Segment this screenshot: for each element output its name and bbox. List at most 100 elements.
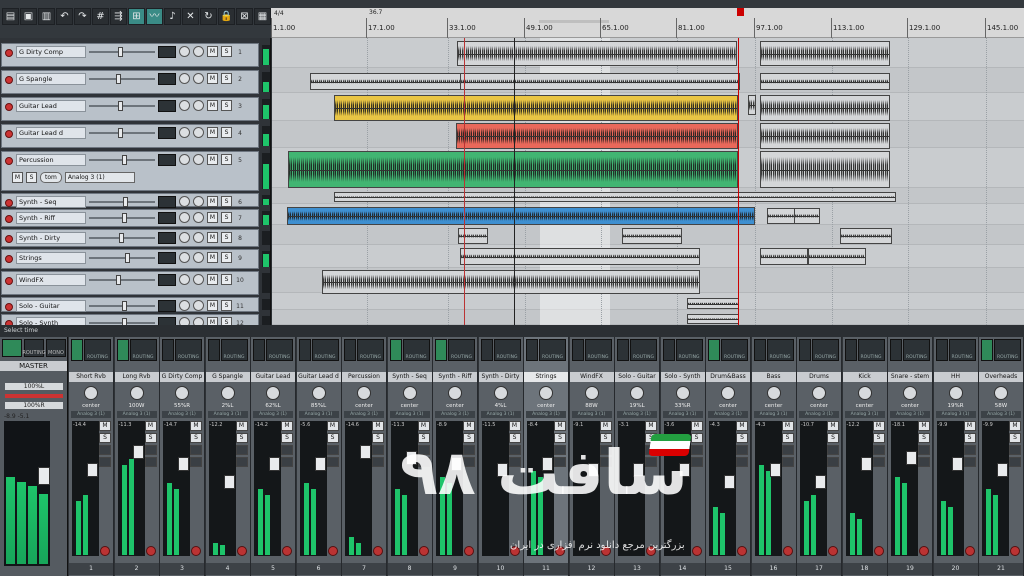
record-arm-button[interactable]: [464, 546, 474, 556]
track-name[interactable]: Strings: [16, 252, 86, 264]
channel-name[interactable]: G Dirty Comp: [160, 372, 204, 382]
project-marker[interactable]: 36.7: [369, 9, 382, 16]
record-arm-button[interactable]: [5, 130, 13, 138]
loop-icon[interactable]: ↻: [200, 8, 217, 25]
fx-bypass-button[interactable]: [645, 457, 657, 467]
channel-name[interactable]: Guitar Lead d: [296, 372, 341, 382]
routing-button[interactable]: ROUTING: [129, 339, 157, 361]
new-project-icon[interactable]: ▤: [2, 8, 19, 25]
track-lane[interactable]: [272, 293, 1024, 310]
routing-button[interactable]: [158, 196, 176, 208]
width-knob[interactable]: [193, 100, 204, 111]
mixer-channel-strip[interactable]: ROUTING Percussion center Analog 3 (1) -14.6…: [342, 337, 387, 576]
phase-button[interactable]: [781, 445, 794, 455]
fader-handle[interactable]: [123, 197, 128, 207]
master-pan-readout[interactable]: 100%R: [5, 402, 63, 409]
pan-knob[interactable]: [675, 386, 690, 400]
volume-fader[interactable]: [451, 457, 462, 471]
pan-knob[interactable]: [357, 386, 371, 400]
volume-fader[interactable]: [314, 457, 326, 471]
track-header[interactable]: Guitar Lead M S 3: [1, 97, 270, 121]
mute-button[interactable]: M: [736, 421, 748, 431]
lock-icon[interactable]: 🔒: [218, 8, 235, 25]
channel-name[interactable]: G Spangle: [205, 372, 250, 382]
volume-fader[interactable]: [496, 463, 508, 477]
fx-button[interactable]: [799, 339, 811, 361]
phase-button[interactable]: [872, 445, 885, 455]
record-arm-button[interactable]: [5, 103, 13, 111]
track-name[interactable]: Percussion: [16, 154, 86, 166]
mute-button[interactable]: M: [207, 127, 218, 138]
media-item[interactable]: [458, 228, 488, 244]
mute-button[interactable]: M: [690, 421, 703, 431]
input-label[interactable]: Analog 3 (1): [890, 411, 930, 418]
media-item[interactable]: [287, 207, 755, 225]
routing-button[interactable]: ROUTING: [402, 339, 430, 361]
mute-button[interactable]: M: [207, 274, 218, 285]
solo-button[interactable]: S: [190, 433, 202, 443]
cross-icon[interactable]: ✕: [182, 8, 199, 25]
input-label[interactable]: Analog 3 (1): [708, 411, 748, 418]
phase-button[interactable]: [190, 445, 202, 455]
fx-button[interactable]: [344, 339, 356, 361]
solo-button[interactable]: S: [221, 252, 232, 263]
mixer-channel-strip[interactable]: ROUTING Drum&Bass center Analog 3 (1) -4.3 M S…: [706, 337, 751, 576]
solo-safe-button[interactable]: S: [26, 172, 37, 183]
record-arm-button[interactable]: [418, 546, 429, 556]
metronome-icon[interactable]: ♪: [164, 8, 181, 25]
routing-button[interactable]: ROUTING: [812, 339, 839, 361]
fx-button[interactable]: [298, 339, 311, 361]
channel-name[interactable]: HH: [933, 372, 978, 382]
track-name[interactable]: G Spangle: [16, 73, 86, 85]
width-knob[interactable]: [193, 232, 204, 243]
fader-handle[interactable]: [122, 301, 127, 311]
fader-handle[interactable]: [118, 101, 123, 111]
phase-button[interactable]: [281, 445, 293, 455]
mixer-channel-strip[interactable]: ROUTING Kick center Analog 3 (1) -12.2 M S 18: [842, 337, 888, 576]
track-volume-fader[interactable]: [89, 252, 155, 264]
input-label[interactable]: Analog 3 (1): [435, 411, 475, 418]
routing-button[interactable]: ROUTING: [493, 339, 521, 361]
solo-button[interactable]: S: [599, 433, 612, 443]
routing-button[interactable]: ROUTING: [721, 339, 748, 361]
solo-button[interactable]: S: [963, 433, 976, 443]
fader-handle[interactable]: [122, 213, 127, 223]
pan-knob[interactable]: [721, 386, 735, 400]
record-arm-button[interactable]: [100, 546, 110, 556]
master-fader[interactable]: [38, 467, 50, 485]
solo-button[interactable]: S: [690, 433, 703, 443]
mute-button[interactable]: M: [207, 300, 218, 311]
fader-handle[interactable]: [116, 275, 121, 285]
routing-button[interactable]: [158, 252, 176, 264]
record-arm-button[interactable]: [5, 255, 13, 263]
record-arm-button[interactable]: [5, 303, 13, 311]
pan-knob[interactable]: [179, 300, 190, 311]
record-arm-button[interactable]: [282, 546, 292, 556]
mute-button[interactable]: M: [963, 421, 976, 431]
record-arm-button[interactable]: [555, 546, 565, 556]
mixer-channel-strip[interactable]: ROUTING Strings center Analog 3 (1) -8.4 M S 11: [524, 337, 569, 576]
channel-name[interactable]: Guitar Lead: [251, 372, 295, 382]
volume-fader[interactable]: [587, 463, 599, 477]
pan-knob[interactable]: [402, 386, 417, 400]
solo-button[interactable]: S: [221, 212, 232, 223]
mixer-channel-strip[interactable]: ROUTING Synth - Riff center Analog 3 (1) -8.…: [433, 337, 478, 576]
solo-button[interactable]: S: [827, 433, 839, 443]
pan-knob[interactable]: [179, 46, 190, 57]
width-knob[interactable]: [193, 274, 204, 285]
input-label[interactable]: Analog 3 (1): [799, 411, 839, 418]
mute-button[interactable]: M: [463, 421, 475, 431]
input-label[interactable]: Analog 3 (1): [298, 411, 339, 418]
width-knob[interactable]: [193, 196, 204, 207]
fx-button[interactable]: [935, 339, 948, 361]
media-item[interactable]: [334, 192, 896, 202]
routing-button[interactable]: ROUTING: [766, 339, 794, 361]
mute-button[interactable]: M: [372, 421, 384, 431]
fx-bypass-button[interactable]: [736, 457, 748, 467]
mixer-channel-strip[interactable]: ROUTING G Dirty Comp 55%R Analog 3 (1) -14.7…: [160, 337, 205, 576]
phase-button[interactable]: [235, 445, 248, 455]
record-arm-button[interactable]: [327, 546, 338, 556]
pan-knob[interactable]: [220, 386, 235, 400]
track-header[interactable]: Guitar Lead d MS4: [1, 124, 270, 148]
media-item[interactable]: [460, 73, 740, 90]
